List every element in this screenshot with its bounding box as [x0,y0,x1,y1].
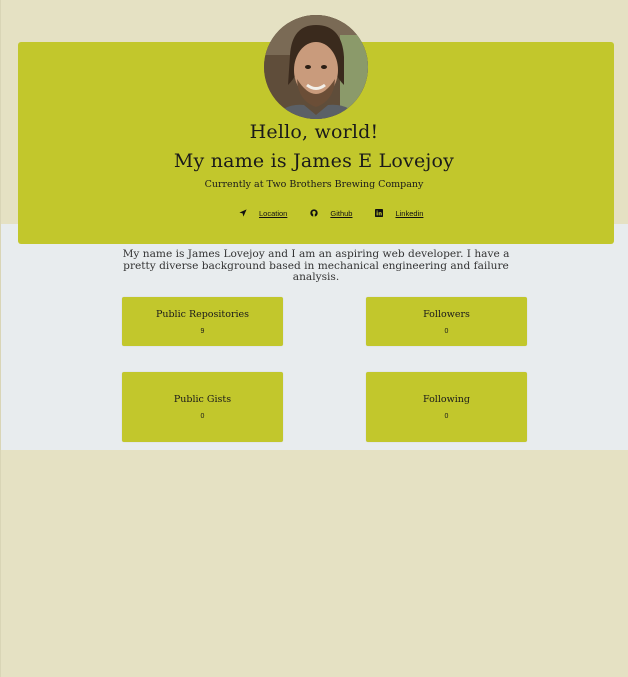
stat-value: 9 [200,328,205,335]
github-icon [309,209,318,218]
linkedin-icon [374,209,383,218]
stat-label: Following [423,394,470,405]
profile-links: Location Github Linkedin [238,206,445,220]
name-heading: My name is James E Lovejoy [173,150,455,172]
stat-card-followers: Followers 0 [366,297,527,346]
stat-value: 0 [200,413,205,420]
location-link[interactable]: Location [259,209,287,218]
stat-card-following: Following 0 [366,372,527,442]
greeting-heading: Hello, world! [249,121,379,143]
stat-card-public-gists: Public Gists 0 [122,372,283,442]
current-employer: Currently at Two Brothers Brewing Compan… [204,179,424,190]
avatar [264,15,368,119]
stat-value: 0 [444,328,449,335]
bio-paragraph: My name is James Lovejoy and I am an asp… [122,248,510,284]
stat-card-public-repositories: Public Repositories 9 [122,297,283,346]
stat-value: 0 [444,413,449,420]
location-arrow-icon [238,209,247,218]
github-link[interactable]: Github [330,209,352,218]
stat-label: Followers [423,309,470,320]
stat-label: Public Gists [173,394,232,405]
linkedin-link[interactable]: Linkedin [395,209,423,218]
stat-label: Public Repositories [155,309,250,320]
